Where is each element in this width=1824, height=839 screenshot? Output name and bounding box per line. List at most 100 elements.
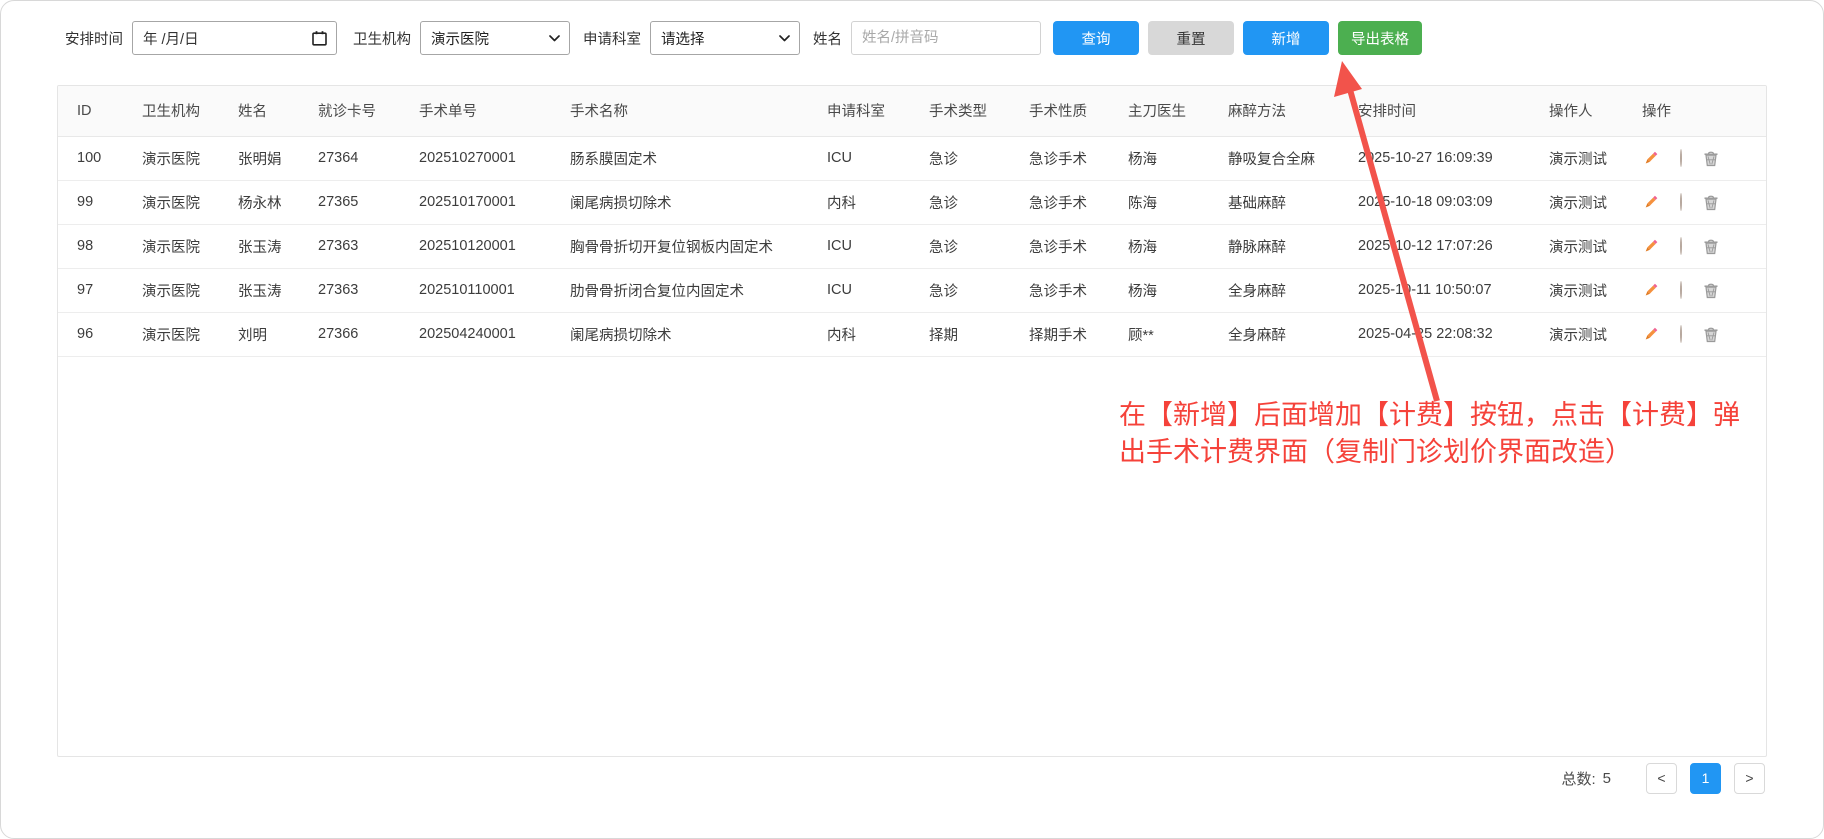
actions-cell xyxy=(1642,180,1767,224)
table-cell: 演示医院 xyxy=(142,268,238,312)
export-button[interactable]: 导出表格 xyxy=(1338,21,1422,55)
table-cell: 肋骨骨折闭合复位内固定术 xyxy=(570,268,827,312)
column-header-11: 麻醉方法 xyxy=(1228,86,1358,136)
column-header-7: 申请科室 xyxy=(827,86,929,136)
table-cell: 全身麻醉 xyxy=(1228,268,1358,312)
column-header-13: 操作人 xyxy=(1549,86,1642,136)
dept-select[interactable]: 请选择 xyxy=(650,21,800,55)
table-cell: ICU xyxy=(827,224,929,268)
delete-icon[interactable] xyxy=(1703,282,1719,299)
table-cell: 张玉涛 xyxy=(238,224,318,268)
table-cell: 27366 xyxy=(318,312,419,356)
table-row: 97演示医院张玉涛27363202510110001肋骨骨折闭合复位内固定术IC… xyxy=(58,268,1767,312)
table-body: 100演示医院张明娟27364202510270001肠系膜固定术ICU急诊急诊… xyxy=(58,136,1767,356)
table-cell: 27365 xyxy=(318,180,419,224)
column-header-12: 安排时间 xyxy=(1358,86,1549,136)
table-cell: 杨海 xyxy=(1128,136,1228,180)
table-cell: 陈海 xyxy=(1128,180,1228,224)
table-cell: 2025-10-11 10:50:07 xyxy=(1358,268,1549,312)
table-cell: 演示测试 xyxy=(1549,312,1642,356)
annotation-line-2: 出手术计费界面（复制门诊划价界面改造） xyxy=(1119,434,1740,471)
column-header-5: 手术单号 xyxy=(419,86,570,136)
table-cell: 202510120001 xyxy=(419,224,570,268)
table-cell: 择期手术 xyxy=(1029,312,1128,356)
column-header-6: 手术名称 xyxy=(570,86,827,136)
delete-icon[interactable] xyxy=(1703,326,1719,343)
actions-cell xyxy=(1642,224,1767,268)
schedule-time-label: 安排时间 xyxy=(65,28,123,49)
search-button[interactable]: 查询 xyxy=(1053,21,1139,55)
column-header-2: 卫生机构 xyxy=(142,86,238,136)
table-cell: 肠系膜固定术 xyxy=(570,136,827,180)
calendar-icon[interactable] xyxy=(311,30,328,47)
table-cell: 202510270001 xyxy=(419,136,570,180)
table-cell: 择期 xyxy=(929,312,1029,356)
table-cell: 内科 xyxy=(827,180,929,224)
table-cell: 阑尾病损切除术 xyxy=(570,312,827,356)
total-count-label: 总数: xyxy=(1561,768,1595,789)
table-cell: 2025-10-12 17:07:26 xyxy=(1358,224,1549,268)
table-cell: 100 xyxy=(58,136,142,180)
table-cell: 急诊手术 xyxy=(1029,136,1128,180)
actions-cell xyxy=(1642,312,1767,356)
edit-icon[interactable] xyxy=(1642,194,1659,211)
current-page-button[interactable]: 1 xyxy=(1690,763,1721,794)
table-cell: 202510110001 xyxy=(419,268,570,312)
table-cell: ICU xyxy=(827,268,929,312)
table-cell: 演示医院 xyxy=(142,180,238,224)
org-label: 卫生机构 xyxy=(353,28,411,49)
table-cell: 2025-10-18 09:03:09 xyxy=(1358,180,1549,224)
table-cell: 202504240001 xyxy=(419,312,570,356)
table-cell: 内科 xyxy=(827,312,929,356)
prev-page-button[interactable]: < xyxy=(1646,763,1677,794)
add-button[interactable]: 新增 xyxy=(1243,21,1329,55)
table-cell: 演示测试 xyxy=(1549,136,1642,180)
name-input[interactable] xyxy=(851,21,1041,55)
table-cell: 急诊 xyxy=(929,268,1029,312)
table-cell: 静吸复合全麻 xyxy=(1228,136,1358,180)
table-cell: 急诊手术 xyxy=(1029,180,1128,224)
schedule-date-input[interactable]: 年 /月/日 xyxy=(132,21,337,55)
total-count-value: 5 xyxy=(1603,770,1611,787)
table-header-row: ID卫生机构姓名就诊卡号手术单号手术名称申请科室手术类型手术性质主刀医生麻醉方法… xyxy=(58,86,1767,136)
surgery-table: ID卫生机构姓名就诊卡号手术单号手术名称申请科室手术类型手术性质主刀医生麻醉方法… xyxy=(58,86,1767,357)
table-cell: 演示医院 xyxy=(142,312,238,356)
table-cell: 杨海 xyxy=(1128,224,1228,268)
column-header-14: 操作 xyxy=(1642,86,1767,136)
table-cell: 急诊手术 xyxy=(1029,268,1128,312)
reset-button[interactable]: 重置 xyxy=(1148,21,1234,55)
delete-icon[interactable] xyxy=(1703,238,1719,255)
table-row: 98演示医院张玉涛27363202510120001胸骨骨折切开复位钢板内固定术… xyxy=(58,224,1767,268)
table-cell: 97 xyxy=(58,268,142,312)
table-row: 96演示医院刘明27366202504240001阑尾病损切除术内科择期择期手术… xyxy=(58,312,1767,356)
column-header-4: 就诊卡号 xyxy=(318,86,419,136)
dept-select-value: 请选择 xyxy=(661,28,779,49)
table-cell: 胸骨骨折切开复位钢板内固定术 xyxy=(570,224,827,268)
table-cell: 急诊 xyxy=(929,224,1029,268)
table-cell: 杨海 xyxy=(1128,268,1228,312)
table-cell: 演示医院 xyxy=(142,224,238,268)
delete-icon[interactable] xyxy=(1703,150,1719,167)
table-cell: 27363 xyxy=(318,224,419,268)
edit-icon[interactable] xyxy=(1642,282,1659,299)
table-cell: 96 xyxy=(58,312,142,356)
table-cell: 全身麻醉 xyxy=(1228,312,1358,356)
table-cell: 基础麻醉 xyxy=(1228,180,1358,224)
table-cell: 98 xyxy=(58,224,142,268)
column-header-1: ID xyxy=(58,86,142,136)
edit-icon[interactable] xyxy=(1642,238,1659,255)
table-cell: 27363 xyxy=(318,268,419,312)
org-select[interactable]: 演示医院 xyxy=(420,21,570,55)
dept-label: 申请科室 xyxy=(583,28,641,49)
org-select-value: 演示医院 xyxy=(431,28,549,49)
table-cell: 急诊手术 xyxy=(1029,224,1128,268)
page: 安排时间 年 /月/日 卫生机构 演示医院 申请科室 请选择 姓名 查询 重置 … xyxy=(0,0,1824,839)
edit-icon[interactable] xyxy=(1642,326,1659,343)
edit-icon[interactable] xyxy=(1642,150,1659,167)
actions-cell xyxy=(1642,136,1767,180)
delete-icon[interactable] xyxy=(1703,194,1719,211)
table-cell: ICU xyxy=(827,136,929,180)
table-cell: 张明娟 xyxy=(238,136,318,180)
next-page-button[interactable]: > xyxy=(1734,763,1765,794)
pagination: 总数: 5 < 1 > xyxy=(1561,762,1765,794)
